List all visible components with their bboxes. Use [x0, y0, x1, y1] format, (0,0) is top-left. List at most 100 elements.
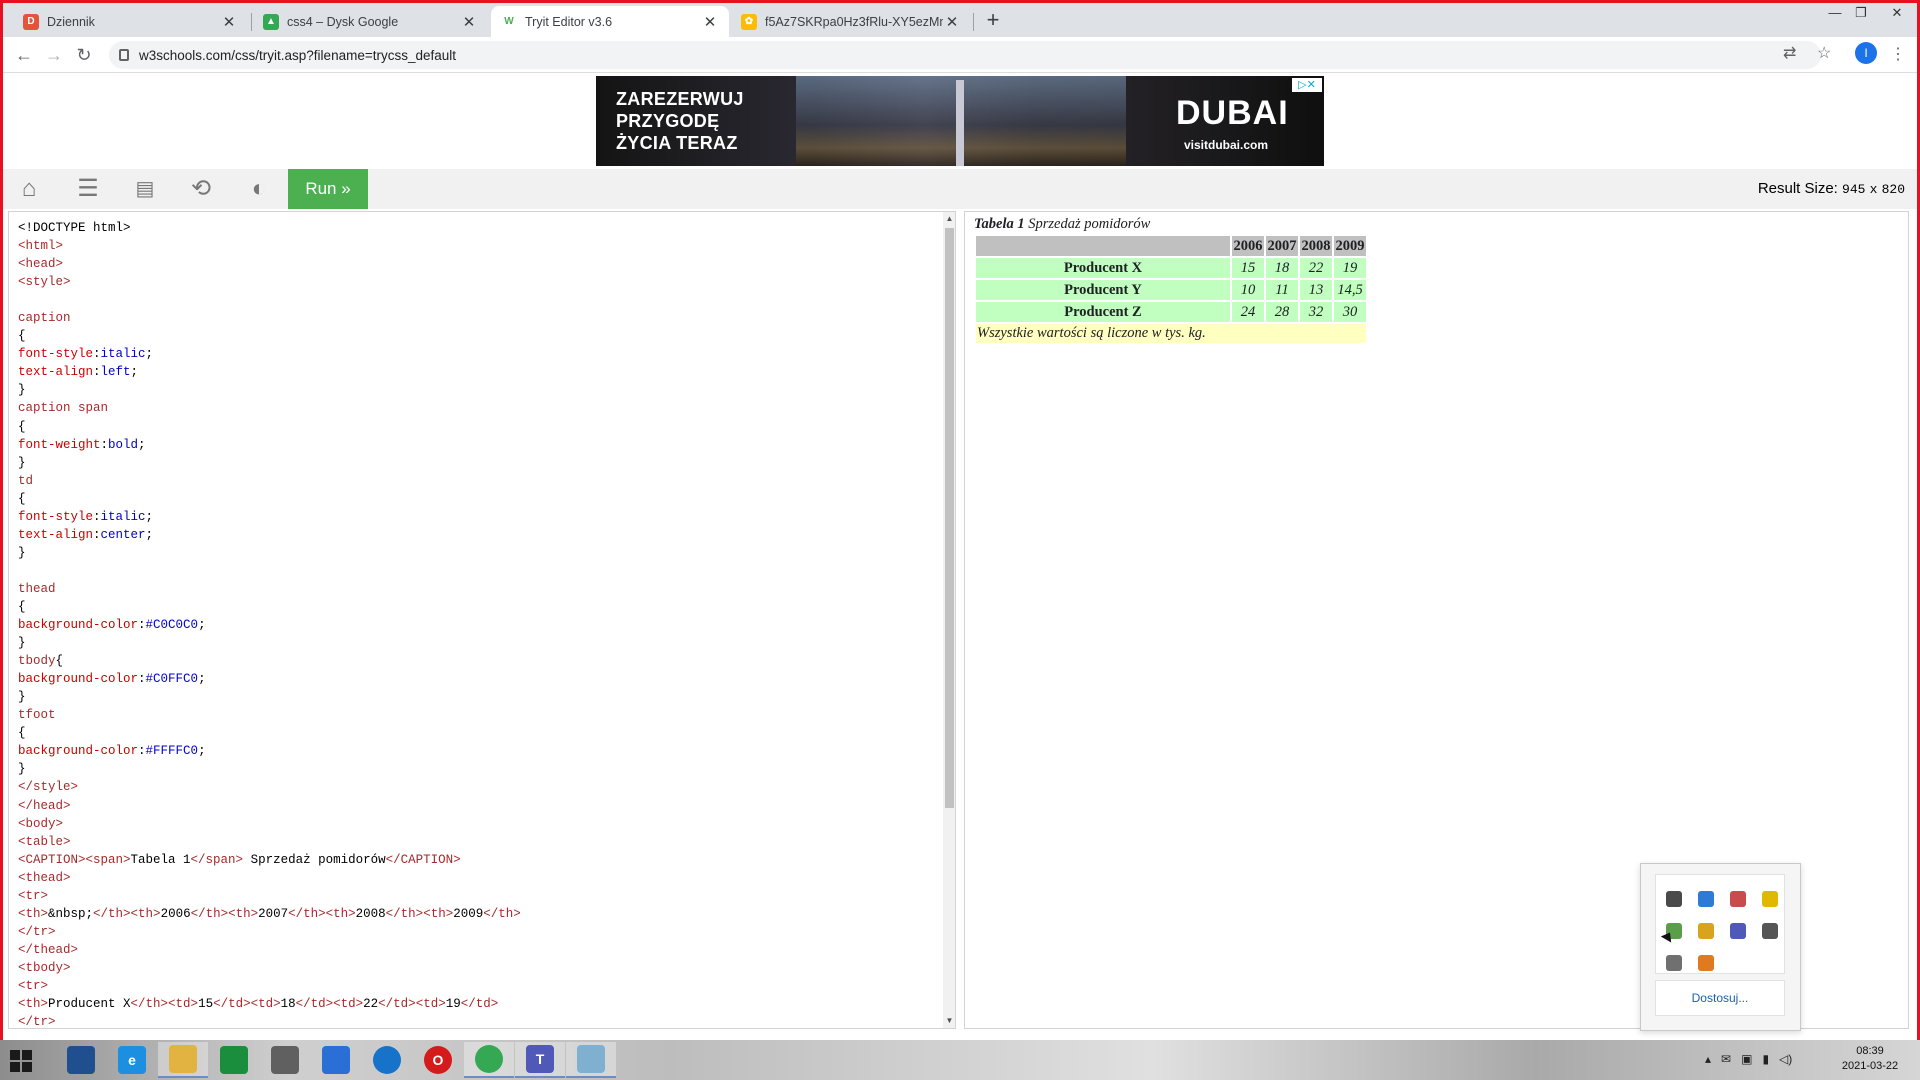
camera-tray-icon[interactable]: [1762, 923, 1778, 939]
tab-google-drive[interactable]: ▲ css4 – Dysk Google ✕: [253, 6, 488, 37]
store-taskbar-button[interactable]: [209, 1042, 259, 1078]
sales-value: 32: [1308, 303, 1324, 320]
mail-icon: [322, 1046, 350, 1074]
file-explorer-icon: [169, 1045, 197, 1073]
table-footnote: Wszystkie wartości są liczone w tys. kg.: [977, 325, 1206, 341]
app-tray-icon[interactable]: [1698, 891, 1714, 907]
internet-explorer-taskbar-button[interactable]: e: [107, 1042, 157, 1078]
edge-taskbar-button[interactable]: [362, 1042, 412, 1078]
code-line: }: [18, 455, 26, 470]
signal-icon[interactable]: ▮: [1762, 1052, 1769, 1066]
reload-button[interactable]: ↻: [71, 43, 97, 69]
close-window-button[interactable]: ✕: [1877, 3, 1917, 25]
drive-tray-icon[interactable]: [1666, 955, 1682, 971]
address-bar[interactable]: w3schools.com/css/tryit.asp?filename=try…: [109, 41, 1821, 69]
menu-icon[interactable]: ☰: [73, 175, 103, 203]
code-line: thead: [18, 581, 56, 596]
producer-name: Producent Y: [1064, 281, 1142, 298]
sales-value: 13: [1308, 281, 1324, 298]
restore-button[interactable]: ❐: [1841, 3, 1881, 25]
tab-dziennik[interactable]: D Dziennik ✕: [13, 6, 248, 37]
close-icon[interactable]: ✕: [220, 13, 238, 31]
adchoices-icon[interactable]: ▷✕: [1292, 78, 1322, 92]
close-icon[interactable]: ✕: [943, 13, 961, 31]
tray-overflow-flyout: Dostosuj...: [1640, 863, 1801, 1031]
sales-value: 24: [1240, 303, 1256, 320]
device-icon[interactable]: ▣: [1741, 1052, 1752, 1066]
code-line: text-align:center;: [18, 527, 154, 542]
scroll-up-icon[interactable]: ▲: [943, 212, 955, 226]
code-line: {: [18, 726, 26, 741]
scroll-thumb[interactable]: [945, 228, 954, 808]
close-icon[interactable]: ✕: [460, 13, 478, 31]
tray-icon-grid: [1655, 874, 1785, 974]
contrast-icon[interactable]: ◐: [244, 175, 274, 203]
sales-value: 11: [1275, 281, 1289, 298]
producer-name: Producent Z: [1064, 303, 1142, 320]
advertisement-banner[interactable]: ZAREZERWUJ PRZYGODĘ ŻYCIA TERAZ DUBAI vi…: [596, 76, 1324, 166]
dziennik-icon: D: [23, 13, 39, 30]
opera-icon: O: [424, 1046, 452, 1074]
rotate-layout-icon[interactable]: ⟲: [186, 175, 216, 203]
bluetooth-tray-icon[interactable]: [1730, 891, 1746, 907]
show-hidden-icons-icon[interactable]: ▴: [1705, 1052, 1711, 1066]
code-line: <table>: [18, 834, 71, 849]
mail-warning-icon[interactable]: ✉: [1721, 1052, 1731, 1066]
home-icon[interactable]: ⌂: [14, 175, 44, 203]
notepad-taskbar-button[interactable]: [566, 1042, 616, 1078]
code-line: <tbody>: [18, 960, 71, 975]
code-line: {: [18, 329, 26, 344]
code-line: {: [18, 599, 26, 614]
close-icon[interactable]: ✕: [701, 13, 719, 31]
code-line: {: [18, 419, 26, 434]
tab-title: Dziennik: [47, 14, 95, 29]
caption-text: Sprzedaż pomidorów: [1024, 216, 1151, 232]
customize-link[interactable]: Dostosuj...: [1655, 980, 1785, 1016]
opera-taskbar-button[interactable]: O: [413, 1042, 463, 1078]
mail-taskbar-button[interactable]: [311, 1042, 361, 1078]
network-tray-icon[interactable]: [1666, 891, 1682, 907]
taskbar-clock[interactable]: 08:39 2021-03-22: [1830, 1044, 1910, 1074]
caption-label: Tabela 1: [974, 216, 1025, 232]
start-button[interactable]: [10, 1050, 32, 1072]
profile-avatar[interactable]: I: [1855, 42, 1877, 64]
computer-taskbar-button[interactable]: [56, 1042, 106, 1078]
bookmark-star-icon[interactable]: ☆: [1817, 43, 1831, 63]
chrome-taskbar-button[interactable]: [464, 1042, 514, 1078]
table-row: Producent Z 24 28 32 30: [976, 302, 1366, 322]
editor-scrollbar[interactable]: ▲ ▼: [943, 212, 955, 1028]
tab-divider: [251, 13, 252, 31]
scroll-down-icon[interactable]: ▼: [943, 1014, 955, 1028]
code-text[interactable]: <!DOCTYPE html> <html> <head> <style> capti…: [18, 219, 521, 1028]
tab-tryit-editor[interactable]: W Tryit Editor v3.6 ✕: [491, 6, 729, 37]
back-button[interactable]: ←: [11, 43, 37, 69]
code-line: </head>: [18, 798, 71, 813]
menu-kebab-icon[interactable]: ⋮: [1890, 44, 1906, 64]
teams-tray-icon[interactable]: [1730, 923, 1746, 939]
tab-title: f5Az7SKRpa0Hz3fRlu-XY5ezMm: [765, 14, 943, 29]
teams-taskbar-button[interactable]: T: [515, 1042, 565, 1078]
tab-google-photos[interactable]: ✿ f5Az7SKRpa0Hz3fRlu-XY5ezMm ✕: [731, 6, 971, 37]
sales-value: 19: [1342, 259, 1358, 276]
run-button[interactable]: Run »: [288, 169, 368, 209]
file-explorer-taskbar-button[interactable]: [158, 1042, 208, 1078]
code-editor[interactable]: <!DOCTYPE html> <html> <head> <style> capti…: [8, 211, 956, 1029]
tab-title: css4 – Dysk Google: [287, 14, 399, 29]
update-tray-icon[interactable]: [1762, 891, 1778, 907]
year-header: 2007: [1267, 237, 1297, 254]
browser-toolbar: ← → ↻ w3schools.com/css/tryit.asp?filena…: [3, 37, 1917, 73]
new-tab-button[interactable]: +: [979, 7, 1007, 35]
table-foot: Wszystkie wartości są liczone w tys. kg.: [976, 324, 1366, 343]
internet-explorer-icon: e: [118, 1046, 146, 1074]
package-tray-icon[interactable]: [1698, 923, 1714, 939]
home-taskbar-button[interactable]: [260, 1042, 310, 1078]
save-icon[interactable]: ▤: [130, 175, 160, 203]
ad-headline: ZAREZERWUJ PRZYGODĘ ŻYCIA TERAZ: [616, 89, 744, 153]
table-caption: Tabela 1 Sprzedaż pomidorów: [974, 216, 1368, 234]
lock-icon: [119, 49, 129, 61]
translate-icon[interactable]: ⇄: [1783, 43, 1796, 63]
forward-button[interactable]: →: [41, 43, 67, 69]
tool-tray-icon[interactable]: [1698, 955, 1714, 971]
volume-icon[interactable]: ◁): [1779, 1052, 1792, 1066]
code-line: <style>: [18, 275, 71, 290]
